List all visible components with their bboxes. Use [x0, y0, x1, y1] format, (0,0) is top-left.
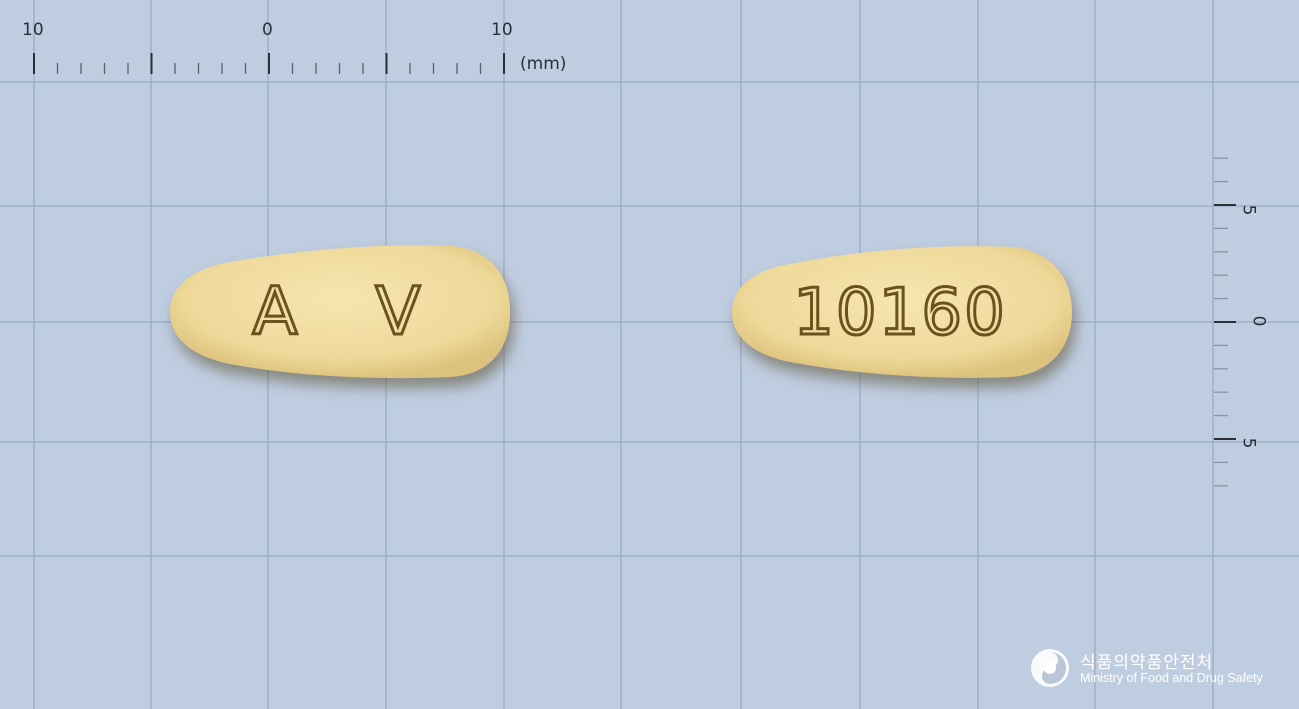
ruler-label-left: 10	[22, 20, 44, 40]
imprint-a: A	[252, 273, 297, 350]
imprint-v: V	[375, 273, 420, 350]
ruler-unit: (mm)	[520, 54, 567, 74]
ruler-label-right: 10	[491, 20, 513, 40]
mfds-watermark: 식품의약품안전처 Ministry of Food and Drug Safet…	[1030, 646, 1270, 696]
mfds-logo-icon	[1031, 649, 1069, 687]
vertical-ruler-label-bottom: 5	[1238, 437, 1259, 449]
pill-image-stage: A V 10160 10 0 10 (mm) 5 0 5 식품의약품안전처 Mi…	[0, 0, 1299, 709]
vertical-ruler-label-center: 0	[1248, 315, 1269, 327]
top-ruler	[33, 53, 505, 74]
watermark-english: Ministry of Food and Drug Safety	[1080, 671, 1263, 685]
watermark-korean: 식품의약품안전처	[1080, 653, 1214, 673]
background-grid: A V 10160	[0, 0, 1299, 709]
vertical-ruler-label-top: 5	[1238, 204, 1259, 216]
right-ruler	[1214, 157, 1236, 487]
ruler-label-center: 0	[262, 20, 273, 40]
imprint-10160: 10160	[793, 276, 1007, 350]
pill-front	[170, 245, 510, 379]
